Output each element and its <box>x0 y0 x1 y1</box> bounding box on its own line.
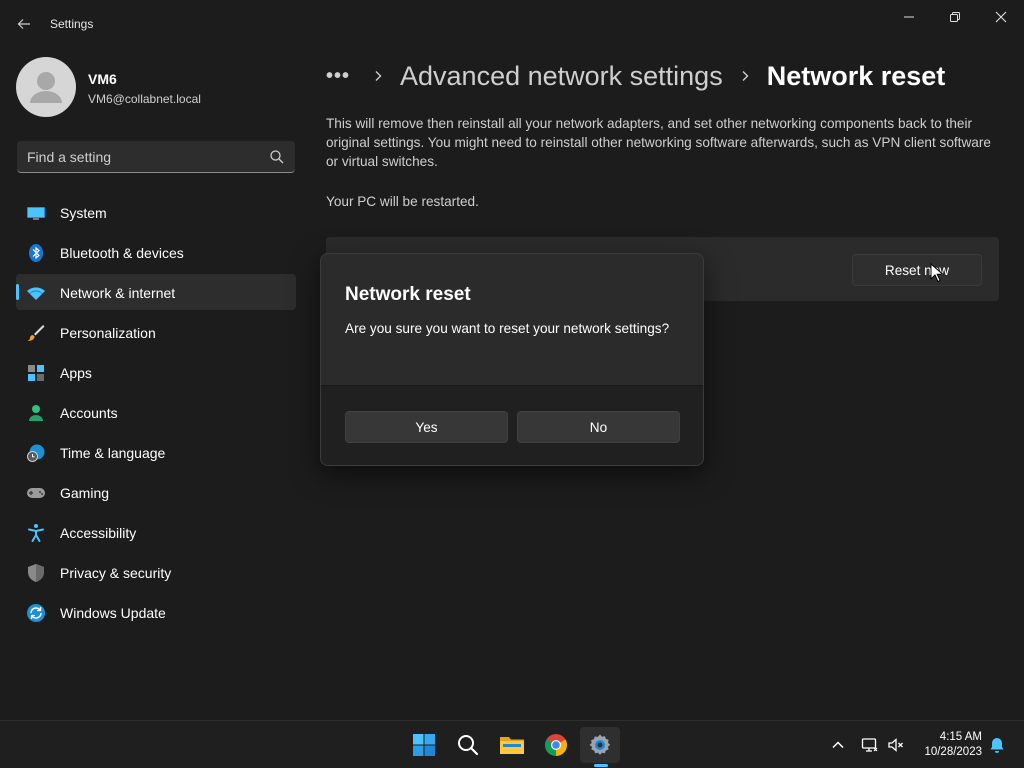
sidebar-item-apps[interactable]: Apps <box>16 354 296 390</box>
sidebar-item-personalization[interactable]: Personalization <box>16 314 296 350</box>
monitor-icon <box>26 203 46 223</box>
accessibility-icon <box>26 523 46 543</box>
sidebar-item-label: Accounts <box>60 405 118 421</box>
user-email: VM6@collabnet.local <box>88 92 201 106</box>
sidebar-item-gaming[interactable]: Gaming <box>16 474 296 510</box>
shield-icon <box>26 563 46 583</box>
reset-now-button[interactable]: Reset now <box>852 254 982 286</box>
clock-time: 4:15 AM <box>939 731 982 743</box>
chrome-button[interactable] <box>536 727 576 763</box>
sidebar-item-label: System <box>60 205 107 221</box>
person-icon <box>26 403 46 423</box>
breadcrumb-more-button[interactable]: ••• <box>326 65 350 88</box>
apps-icon <box>26 363 46 383</box>
user-name: VM6 <box>88 71 117 87</box>
search-icon <box>458 735 479 756</box>
sidebar-item-label: Network & internet <box>60 285 176 301</box>
dialog-title: Network reset <box>345 284 471 305</box>
update-icon <box>26 603 46 623</box>
title-bar: Settings <box>0 0 1024 48</box>
back-arrow-icon <box>17 19 30 29</box>
user-profile[interactable]: VM6 VM6@collabnet.local <box>16 57 296 117</box>
sidebar-item-privacy-security[interactable]: Privacy & security <box>16 554 296 590</box>
bluetooth-icon <box>26 243 46 263</box>
chevron-right-icon <box>375 71 382 81</box>
search-icon[interactable] <box>269 149 285 165</box>
close-button[interactable] <box>978 2 1024 32</box>
network-tray-button[interactable] <box>858 733 882 757</box>
taskbar: 4:15 AM 10/28/2023 <box>0 720 1024 768</box>
chevron-up-icon <box>832 741 844 749</box>
dialog-footer: Yes No <box>321 385 703 465</box>
file-explorer-button[interactable] <box>492 727 532 763</box>
clock-globe-icon <box>26 443 46 463</box>
restart-note: Your PC will be restarted. <box>326 194 479 209</box>
active-app-indicator <box>594 764 608 767</box>
sidebar-item-bluetooth[interactable]: Bluetooth & devices <box>16 234 296 270</box>
sidebar-item-label: Bluetooth & devices <box>60 245 184 261</box>
sidebar-item-accessibility[interactable]: Accessibility <box>16 514 296 550</box>
sidebar-item-label: Privacy & security <box>60 565 172 581</box>
minimize-icon <box>904 16 914 18</box>
sidebar-item-label: Accessibility <box>60 525 137 541</box>
sidebar-item-accounts[interactable]: Accounts <box>16 394 296 430</box>
windows-logo-icon <box>413 734 435 756</box>
breadcrumb-advanced-network-settings[interactable]: Advanced network settings <box>400 61 723 92</box>
chevron-right-icon <box>742 71 749 81</box>
sidebar-item-label: Time & language <box>60 445 166 461</box>
close-icon <box>995 11 1007 23</box>
clock-date: 10/28/2023 <box>924 746 982 758</box>
sidebar-item-windows-update[interactable]: Windows Update <box>16 594 296 630</box>
start-button[interactable] <box>404 727 444 763</box>
network-reset-dialog: Network reset Are you sure you want to r… <box>320 253 704 466</box>
breadcrumb: ••• Advanced network settings Network re… <box>326 56 945 96</box>
yes-button[interactable]: Yes <box>345 411 508 443</box>
folder-icon <box>500 737 524 754</box>
volume-tray-button[interactable] <box>884 733 908 757</box>
person-silhouette-icon <box>30 72 62 103</box>
back-button[interactable] <box>8 10 40 38</box>
sidebar-item-label: Apps <box>60 365 92 381</box>
notifications-button[interactable] <box>985 733 1009 757</box>
search-box <box>17 141 295 173</box>
chrome-icon <box>545 734 567 756</box>
minimize-button[interactable] <box>886 2 932 32</box>
brush-icon <box>26 323 46 343</box>
wifi-icon <box>26 283 46 303</box>
mouse-cursor-icon <box>930 263 944 283</box>
sidebar-item-network[interactable]: Network & internet <box>16 274 296 310</box>
restore-button[interactable] <box>932 2 978 32</box>
sidebar-item-label: Windows Update <box>60 605 166 621</box>
sidebar-item-system[interactable]: System <box>16 194 296 230</box>
reset-description: This will remove then reinstall all your… <box>326 116 991 169</box>
network-monitor-icon <box>861 738 878 752</box>
taskbar-search-button[interactable] <box>448 727 488 763</box>
no-button[interactable]: No <box>517 411 680 443</box>
settings-taskbar-button[interactable] <box>580 727 620 763</box>
app-title: Settings <box>50 17 94 31</box>
gamepad-icon <box>26 483 46 503</box>
bell-icon <box>990 738 1004 753</box>
speaker-muted-icon <box>888 738 903 752</box>
show-hidden-icons-button[interactable] <box>826 733 850 757</box>
sidebar-item-time-language[interactable]: Time & language <box>16 434 296 470</box>
sidebar-nav: System Bluetooth & devices Network & int… <box>16 194 296 634</box>
sidebar-item-label: Personalization <box>60 325 156 341</box>
dialog-message: Are you sure you want to reset your netw… <box>345 321 670 336</box>
sidebar-item-label: Gaming <box>60 485 110 501</box>
system-clock[interactable]: 4:15 AM 10/28/2023 <box>912 730 982 760</box>
page-title: Network reset <box>766 60 946 91</box>
gear-icon <box>589 734 611 755</box>
restore-icon <box>950 12 960 22</box>
avatar <box>16 57 76 117</box>
search-input[interactable] <box>17 141 257 172</box>
